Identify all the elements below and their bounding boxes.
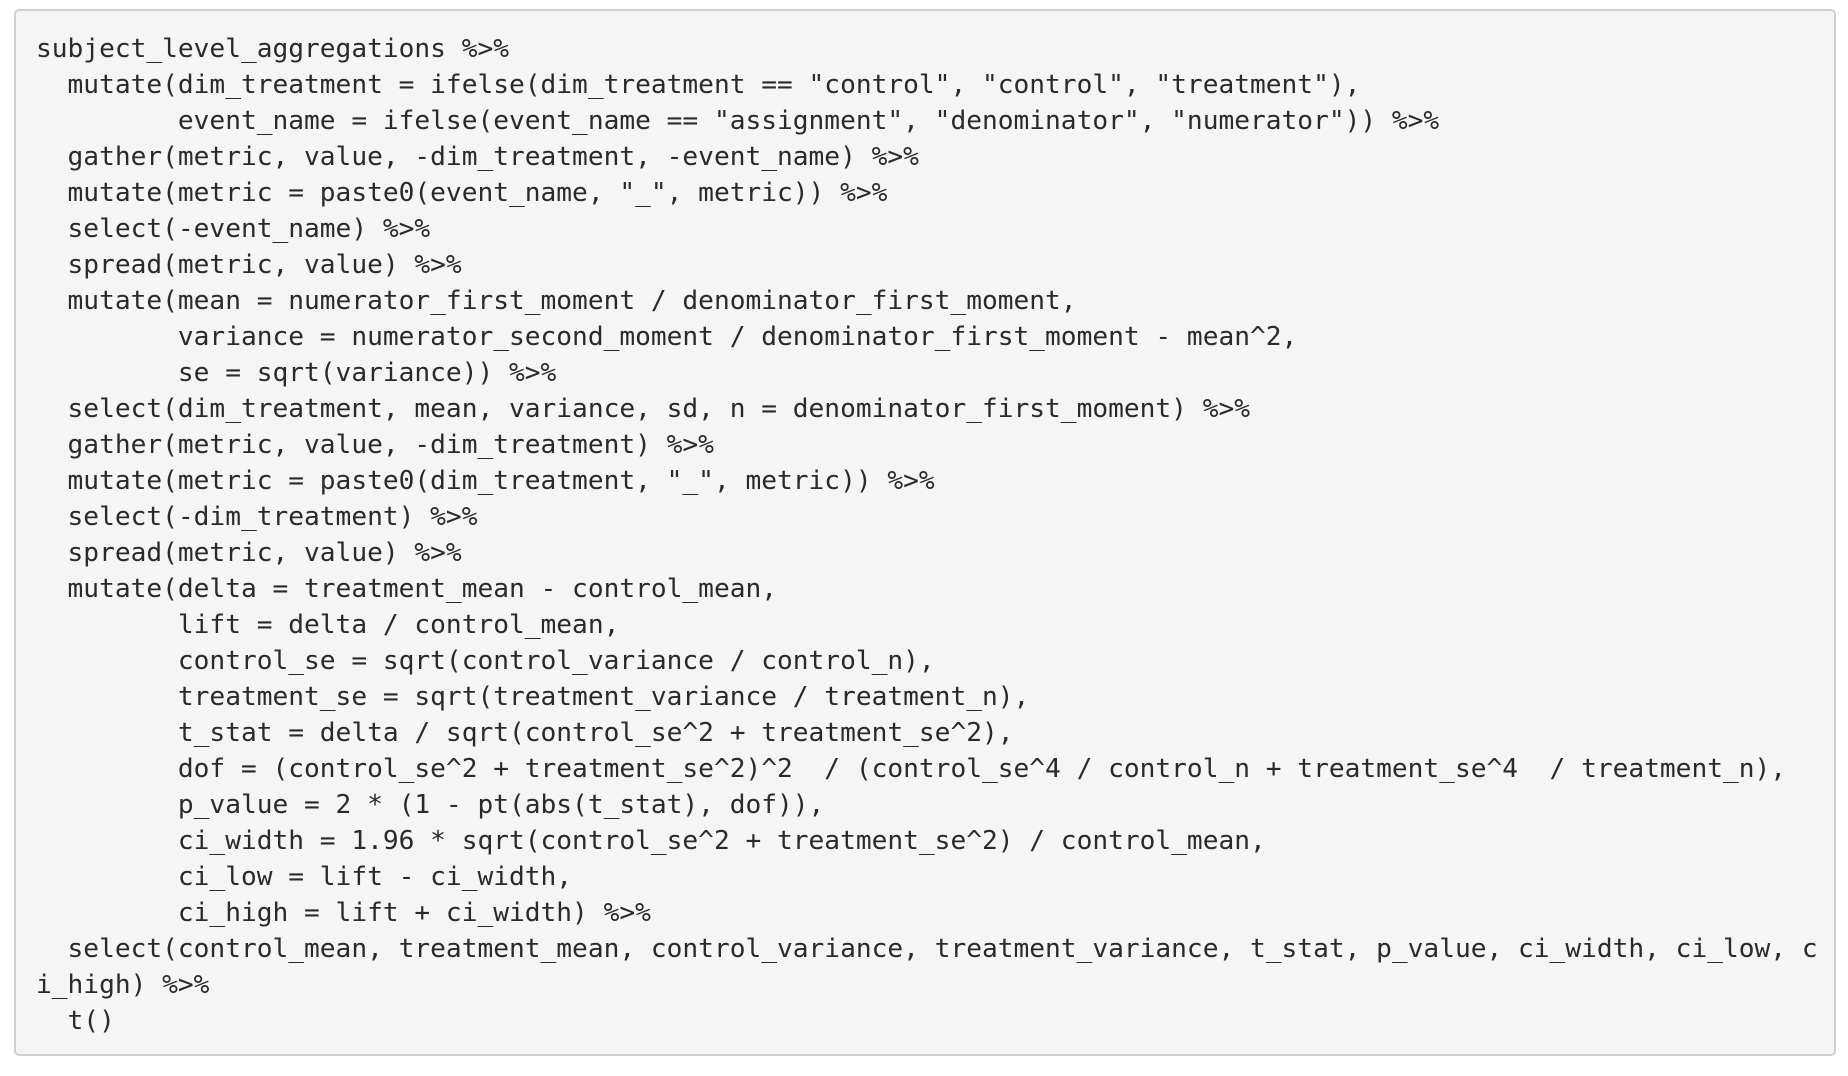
code-line: ci_width = 1.96 * sqrt(control_se^2 + tr…: [36, 826, 1266, 856]
code-line: mutate(metric = paste0(event_name, "_", …: [36, 178, 888, 208]
code-line: spread(metric, value) %>%: [36, 538, 462, 568]
code-line: mutate(mean = numerator_first_moment / d…: [36, 286, 1077, 316]
code-line: i_high) %>%: [36, 970, 210, 1000]
code-line: gather(metric, value, -dim_treatment) %>…: [36, 430, 714, 460]
code-line: mutate(dim_treatment = ifelse(dim_treatm…: [36, 70, 1361, 100]
code-line: t(): [36, 1006, 115, 1036]
code-line: ci_high = lift + ci_width) %>%: [36, 898, 651, 928]
code-line: subject_level_aggregations %>%: [36, 34, 509, 64]
code-line: p_value = 2 * (1 - pt(abs(t_stat), dof))…: [36, 790, 825, 820]
code-line: variance = numerator_second_moment / den…: [36, 322, 1298, 352]
code-lines: subject_level_aggregations %>% mutate(di…: [36, 31, 1834, 1039]
code-line: dof = (control_se^2 + treatment_se^2)^2 …: [36, 754, 1787, 784]
code-line: t_stat = delta / sqrt(control_se^2 + tre…: [36, 718, 1014, 748]
code-line: control_se = sqrt(control_variance / con…: [36, 646, 935, 676]
code-line: mutate(delta = treatment_mean - control_…: [36, 574, 778, 604]
code-line: select(-event_name) %>%: [36, 214, 431, 244]
code-block: subject_level_aggregations %>% mutate(di…: [14, 9, 1836, 1056]
code-line: gather(metric, value, -dim_treatment, -e…: [36, 142, 919, 172]
code-line: select(-dim_treatment) %>%: [36, 502, 478, 532]
code-line: spread(metric, value) %>%: [36, 250, 462, 280]
code-line: ci_low = lift - ci_width,: [36, 862, 573, 892]
code-line: mutate(metric = paste0(dim_treatment, "_…: [36, 466, 935, 496]
code-line: event_name = ifelse(event_name == "assig…: [36, 106, 1440, 136]
code-line: select(control_mean, treatment_mean, con…: [36, 934, 1818, 964]
code-line: lift = delta / control_mean,: [36, 610, 620, 640]
code-line: treatment_se = sqrt(treatment_variance /…: [36, 682, 1030, 712]
code-line: select(dim_treatment, mean, variance, sd…: [36, 394, 1250, 424]
code-line: se = sqrt(variance)) %>%: [36, 358, 557, 388]
